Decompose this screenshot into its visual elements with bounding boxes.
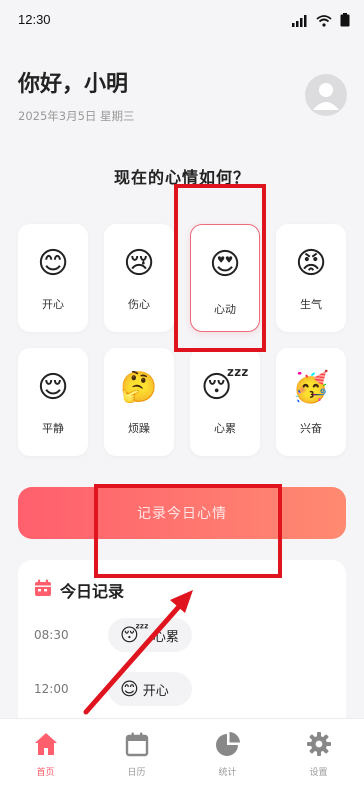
sleeping-emoji-icon: 😴 (200, 370, 250, 405)
party-emoji-icon: 🥳 (292, 370, 330, 405)
angry-emoji-icon: 😡 (295, 246, 327, 281)
mood-option-tired[interactable]: 😴 心累 (190, 348, 260, 456)
nav-label: 首页 (36, 768, 55, 778)
records-title: 今日记录 (60, 582, 125, 601)
status-time: 12:30 (18, 12, 51, 27)
pie-chart-icon (215, 731, 241, 757)
sleeping-emoji-icon: 😴 (120, 624, 149, 646)
nav-label: 设置 (309, 768, 328, 778)
calendar-icon (34, 579, 52, 601)
mood-option-sad[interactable]: 😢 伤心 (104, 224, 174, 332)
nav-item-calendar[interactable]: 日历 (91, 719, 182, 803)
app-screen: 12:30 你好，小明 2025年3月5日 星期三 现在的心情如何？ 😊 开心 … (0, 0, 364, 803)
user-icon (313, 83, 339, 110)
battery-icon (340, 12, 350, 31)
crying-emoji-icon: 😢 (123, 246, 155, 281)
mood-label: 开心 (42, 298, 64, 311)
nav-label: 日历 (127, 768, 146, 778)
mood-option-calm[interactable]: 😌 平静 (18, 348, 88, 456)
mood-label: 生气 (300, 298, 322, 311)
nav-label: 统计 (218, 768, 237, 778)
mood-label: 伤心 (128, 298, 150, 311)
happy-emoji-icon: 😊 (37, 246, 69, 281)
record-mood-label: 开心 (142, 683, 169, 699)
mood-label: 烦躁 (128, 422, 150, 435)
record-entry-pill[interactable]: 😊 开心 (108, 672, 192, 706)
nav-item-stats[interactable]: 统计 (182, 719, 273, 803)
annotation-box-record-button (94, 484, 282, 578)
home-icon (33, 731, 59, 757)
greeting-title: 你好，小明 (18, 72, 129, 97)
wifi-icon (316, 12, 332, 31)
mood-label: 兴奋 (300, 422, 322, 435)
mood-option-irritated[interactable]: 🤔 烦躁 (104, 348, 174, 456)
relieved-emoji-icon: 😌 (37, 370, 69, 405)
signal-icon (292, 12, 308, 31)
record-mood-label: 心累 (152, 629, 179, 645)
annotation-box-selected-mood (174, 184, 266, 352)
gear-icon (306, 731, 332, 757)
record-time: 12:00 (34, 682, 69, 696)
nav-item-home[interactable]: 首页 (0, 719, 91, 803)
mood-option-excited[interactable]: 🥳 兴奋 (276, 348, 346, 456)
happy-emoji-icon: 😊 (120, 678, 139, 700)
mood-option-happy[interactable]: 😊 开心 (18, 224, 88, 332)
status-bar: 12:30 (0, 0, 364, 40)
mood-label: 平静 (42, 422, 64, 435)
mood-option-angry[interactable]: 😡 生气 (276, 224, 346, 332)
bottom-nav: 首页 日历 统计 设置 (0, 718, 364, 803)
avatar[interactable] (305, 74, 347, 116)
thinking-emoji-icon: 🤔 (120, 370, 158, 405)
nav-item-settings[interactable]: 设置 (273, 719, 364, 803)
record-time: 08:30 (34, 628, 69, 642)
calendar-icon (124, 731, 150, 757)
mood-label: 心累 (214, 422, 236, 435)
today-records-card: 今日记录 08:30 😴 心累 12:00 😊 开心 (18, 560, 346, 730)
record-entry-pill[interactable]: 😴 心累 (108, 618, 192, 652)
current-date: 2025年3月5日 星期三 (18, 109, 135, 123)
